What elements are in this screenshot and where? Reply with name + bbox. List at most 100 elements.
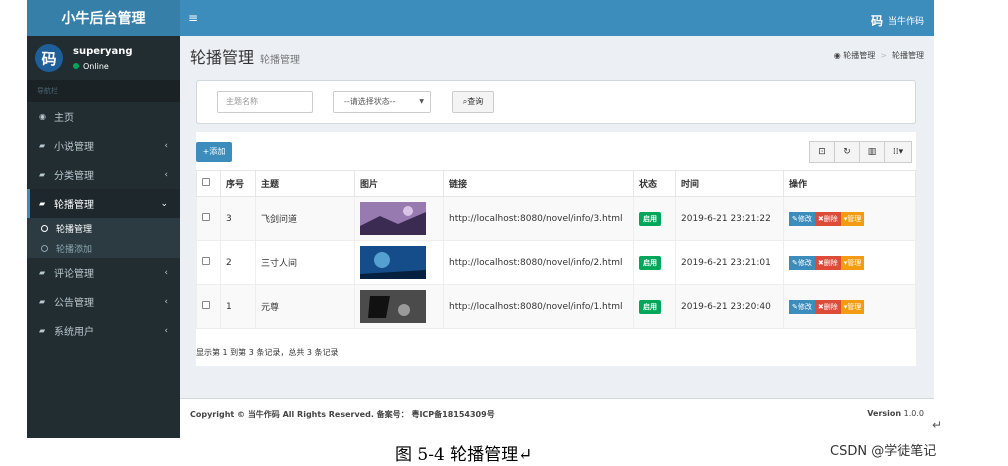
user-status: Online [73, 62, 133, 71]
edit-button-label: 修改 [797, 302, 812, 311]
row-link[interactable]: http://localhost:8080/novel/info/3.html [443, 196, 634, 241]
top-user-menu[interactable]: 码 当牛作码 [871, 12, 924, 29]
query-button-label: 查询 [467, 97, 484, 106]
row-actions: ✎修改 ✖删除 ▾管理 [783, 196, 916, 241]
version-number: 1.0.0 [903, 409, 924, 418]
row-checkbox-cell [196, 196, 221, 241]
manage-button-label: 管理 [847, 258, 862, 267]
breadcrumb-home-link[interactable]: 轮播管理 [843, 51, 875, 60]
edit-button[interactable]: ✎修改 [789, 211, 815, 226]
avatar: 码 [35, 44, 63, 72]
sidebar-item-home[interactable]: ◉ 主页 [27, 102, 180, 131]
sidebar-item-label: 主页 [54, 113, 74, 124]
user-status-label: Online [83, 61, 109, 71]
circle-icon [41, 244, 48, 252]
refresh-icon[interactable]: ↻ [834, 141, 860, 163]
row-actions: ✎修改 ✖删除 ▾管理 [783, 284, 916, 329]
row-link[interactable]: http://localhost:8080/novel/info/2.html [443, 240, 634, 285]
dashboard-icon: ◉ [39, 112, 46, 121]
sidebar-item-label: 公告管理 [54, 298, 94, 309]
row-image-cell [354, 196, 444, 241]
delete-button-label: 删除 [823, 302, 838, 311]
carousel-thumbnail[interactable] [360, 290, 426, 323]
sidebar-item-label: 轮播管理 [54, 200, 94, 211]
delete-button[interactable]: ✖删除 [814, 255, 841, 270]
add-button[interactable]: +添加 [196, 142, 232, 162]
dashboard-icon: ◉ [833, 51, 841, 60]
edit-button[interactable]: ✎修改 [789, 299, 815, 314]
main-content: 轮播管理 轮播管理 ◉ 轮播管理 > 轮播管理 主题名称 --请选择状态-- ▼ ⌕查… [180, 36, 934, 438]
delete-button-label: 删除 [823, 214, 838, 223]
row-title: 飞剑问道 [255, 196, 355, 241]
row-time: 2019-6-21 23:20:40 [675, 284, 784, 329]
title-search-input[interactable]: 主题名称 [217, 91, 313, 113]
chevron-left-icon: ‹ [164, 296, 168, 307]
column-header[interactable]: 时间 [675, 170, 784, 197]
row-status-cell: 启用 [633, 284, 676, 329]
edit-button-label: 修改 [797, 258, 812, 267]
search-panel: 主题名称 --请选择状态-- ▼ ⌕查询 [196, 80, 916, 124]
row-checkbox-cell [196, 284, 221, 329]
app-logo[interactable]: 小牛后台管理 [27, 0, 180, 36]
book-icon: ▰ [39, 141, 46, 150]
nav-header: 导航栏 [27, 80, 180, 102]
sidebar-item-notice[interactable]: ▰ 公告管理 ‹ [27, 287, 180, 316]
column-header[interactable]: 状态 [633, 170, 676, 197]
table-row: 2 三寸人间 http://localhost:8080/novel/info/… [196, 240, 916, 285]
sidebar-item-novel[interactable]: ▰ 小说管理 ‹ [27, 131, 180, 160]
status-badge: 启用 [639, 299, 661, 314]
watermark: CSDN @学徒笔记 [830, 444, 937, 459]
table-header-row: 序号 主题 图片 链接 状态 时间 操作 [196, 170, 916, 197]
carousel-thumbnail[interactable] [360, 202, 426, 235]
submenu-item-carousel-manage[interactable]: 轮播管理 [27, 218, 180, 238]
caret-down-icon: ▼ [419, 98, 424, 105]
sidebar-item-category[interactable]: ▰ 分类管理 ‹ [27, 160, 180, 189]
query-button[interactable]: ⌕查询 [452, 91, 494, 113]
manage-button[interactable]: ▾管理 [840, 255, 865, 270]
column-header[interactable]: 主题 [255, 170, 355, 197]
select-all-checkbox[interactable] [202, 178, 210, 186]
row-checkbox[interactable] [202, 257, 210, 265]
column-header[interactable]: 链接 [443, 170, 634, 197]
submenu-item-carousel-add[interactable]: 轮播添加 [27, 238, 180, 258]
manage-button[interactable]: ▾管理 [840, 299, 865, 314]
row-checkbox[interactable] [202, 213, 210, 221]
edit-button[interactable]: ✎修改 [789, 255, 815, 270]
chevron-left-icon: ‹ [164, 267, 168, 278]
table-toolbar: ⊡ ↻ ▥ ⁞⁞▾ [809, 141, 912, 163]
sidebar-item-comment[interactable]: ▰ 评论管理 ‹ [27, 258, 180, 287]
row-actions: ✎修改 ✖删除 ▾管理 [783, 240, 916, 285]
sidebar-item-carousel[interactable]: ▰ 轮播管理 ⌄ [27, 189, 180, 218]
row-title: 元尊 [255, 284, 355, 329]
manage-button[interactable]: ▾管理 [840, 211, 865, 226]
status-select[interactable]: --请选择状态-- ▼ [333, 91, 431, 113]
column-header[interactable]: 序号 [220, 170, 256, 197]
edit-button-label: 修改 [797, 214, 812, 223]
admin-app: 小牛后台管理 ≡ 码 当牛作码 码 superyang Online 导航栏 ◉… [27, 0, 934, 438]
delete-button[interactable]: ✖删除 [814, 299, 841, 314]
menu-toggle-icon[interactable]: ≡ [188, 11, 198, 25]
row-checkbox[interactable] [202, 301, 210, 309]
row-link[interactable]: http://localhost:8080/novel/info/1.html [443, 284, 634, 329]
book-icon: ▰ [39, 326, 46, 335]
toggle-view-icon[interactable]: ▥ [859, 141, 885, 163]
carousel-submenu: 轮播管理 轮播添加 [27, 218, 180, 258]
column-header[interactable]: 图片 [354, 170, 444, 197]
columns-icon[interactable]: ⁞⁞▾ [884, 141, 912, 163]
page-subtitle: 轮播管理 [260, 55, 301, 66]
sidebar: 码 superyang Online 导航栏 ◉ 主页 ▰ 小说管理 ‹ ▰ 分… [27, 36, 180, 438]
carousel-thumbnail[interactable] [360, 246, 426, 279]
row-title: 三寸人间 [255, 240, 355, 285]
row-time: 2019-6-21 23:21:22 [675, 196, 784, 241]
table-row: 3 飞剑问道 http://localhost:8080/novel/info/… [196, 196, 916, 241]
table-row: 1 元尊 http://localhost:8080/novel/info/1.… [196, 284, 916, 329]
figure-caption: 图 5-4 轮播管理↵ [395, 445, 533, 465]
row-time: 2019-6-21 23:21:01 [675, 240, 784, 285]
delete-button[interactable]: ✖删除 [814, 211, 841, 226]
row-status-cell: 启用 [633, 240, 676, 285]
row-checkbox-cell [196, 240, 221, 285]
header-checkbox-cell [196, 170, 221, 197]
toggle-pagination-icon[interactable]: ⊡ [809, 141, 835, 163]
sidebar-item-sysuser[interactable]: ▰ 系统用户 ‹ [27, 316, 180, 345]
copyright-text: Copyright © 当牛作码 All Rights Reserved. 备案… [190, 410, 495, 419]
